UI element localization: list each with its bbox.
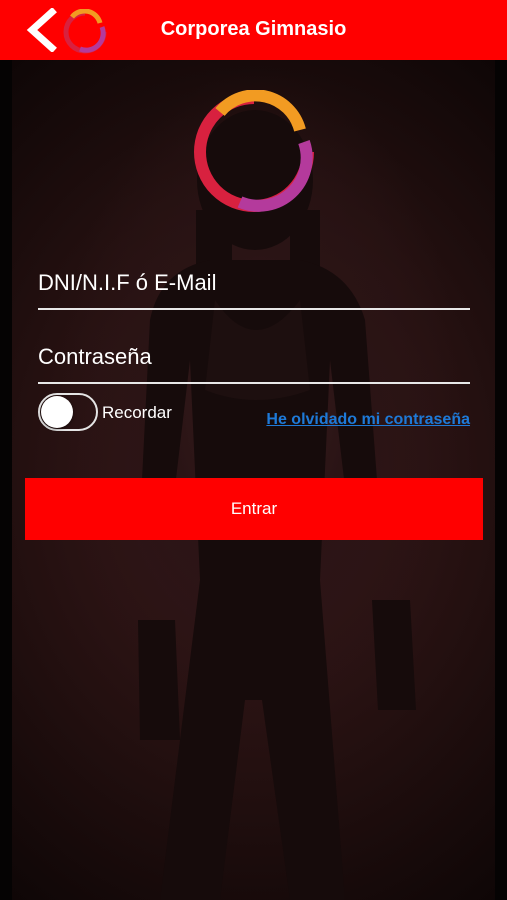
forgot-password-link[interactable]: He olvidado mi contraseña bbox=[266, 411, 470, 429]
brand-logo-icon bbox=[194, 90, 314, 212]
frame-right bbox=[495, 60, 507, 900]
remember-toggle[interactable] bbox=[38, 393, 98, 431]
remember-label: Recordar bbox=[102, 403, 172, 422]
frame-left bbox=[0, 60, 12, 900]
user-id-input[interactable] bbox=[38, 258, 470, 308]
toggle-knob bbox=[41, 396, 73, 428]
password-field bbox=[38, 332, 470, 384]
top-bar: Corporea Gimnasio bbox=[0, 0, 507, 60]
login-button[interactable]: Entrar bbox=[25, 478, 483, 540]
password-input[interactable] bbox=[38, 332, 470, 382]
user-id-field bbox=[38, 258, 470, 310]
page-title: Corporea Gimnasio bbox=[160, 18, 347, 40]
